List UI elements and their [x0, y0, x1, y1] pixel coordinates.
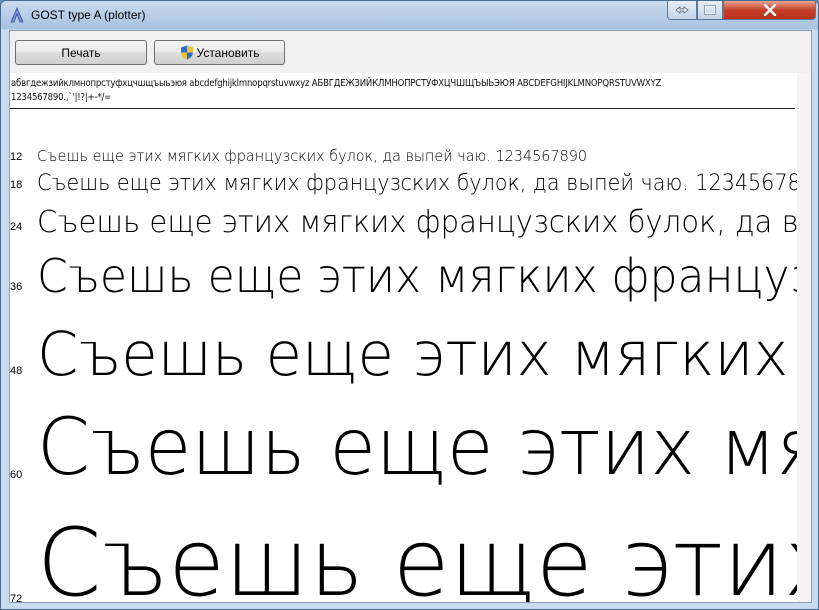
size-label: 72	[10, 593, 23, 602]
install-button[interactable]: Установить	[154, 40, 285, 65]
install-button-label: Установить	[196, 45, 260, 60]
sample-text: Съешь еще этих м	[37, 509, 811, 602]
uac-shield-icon	[180, 45, 193, 60]
client-area: Печать Установить абвгдежзийклмнопрстуфх…	[9, 30, 812, 603]
sample-text: Съешь еще этих мягких французских булок,…	[37, 147, 588, 165]
close-icon	[763, 4, 776, 16]
sample-text: Съешь еще этих мягких фра	[37, 319, 811, 390]
sample-text: Съешь еще этих мягких французских булок,…	[37, 171, 811, 196]
sample-text: Съешь еще этих мягких французских	[37, 249, 811, 303]
alphabet-line-2: 1234567890.,`'|!?|+-*/=	[11, 92, 112, 103]
sample-text: Съешь еще этих мягких французских булок,…	[37, 205, 811, 240]
close-button[interactable]	[723, 1, 816, 20]
size-label: 24	[10, 221, 23, 233]
title-bar: GOST type A (plotter)	[1, 1, 818, 29]
maximize-icon	[704, 5, 716, 15]
preview-right-gutter	[797, 73, 811, 602]
alphabet-line-1: абвгдежзийклмнопрстуфхцчшщъыьэюя abcdefg…	[11, 78, 662, 89]
maximize-button[interactable]	[697, 1, 723, 20]
sample-text: Съешь еще этих мягки	[37, 403, 811, 493]
size-label: 60	[10, 469, 23, 481]
restore-button[interactable]	[667, 1, 697, 20]
font-app-icon	[10, 7, 24, 23]
restore-icon	[675, 6, 689, 14]
size-label: 36	[10, 281, 23, 293]
size-label: 48	[10, 365, 23, 377]
separator-line	[10, 108, 795, 109]
font-viewer-window: GOST type A (plotter) Печать Установить …	[0, 0, 819, 610]
size-label: 12	[10, 151, 23, 163]
alphabet-sample: абвгдежзийклмнопрстуфхцчшщъыьэюя abcdefg…	[11, 77, 791, 105]
size-label: 18	[10, 179, 23, 191]
print-button[interactable]: Печать	[15, 40, 147, 65]
font-preview: абвгдежзийклмнопрстуфхцчшщъыьэюя abcdefg…	[10, 73, 811, 602]
print-button-label: Печать	[61, 45, 101, 60]
window-title: GOST type A (plotter)	[31, 8, 146, 22]
